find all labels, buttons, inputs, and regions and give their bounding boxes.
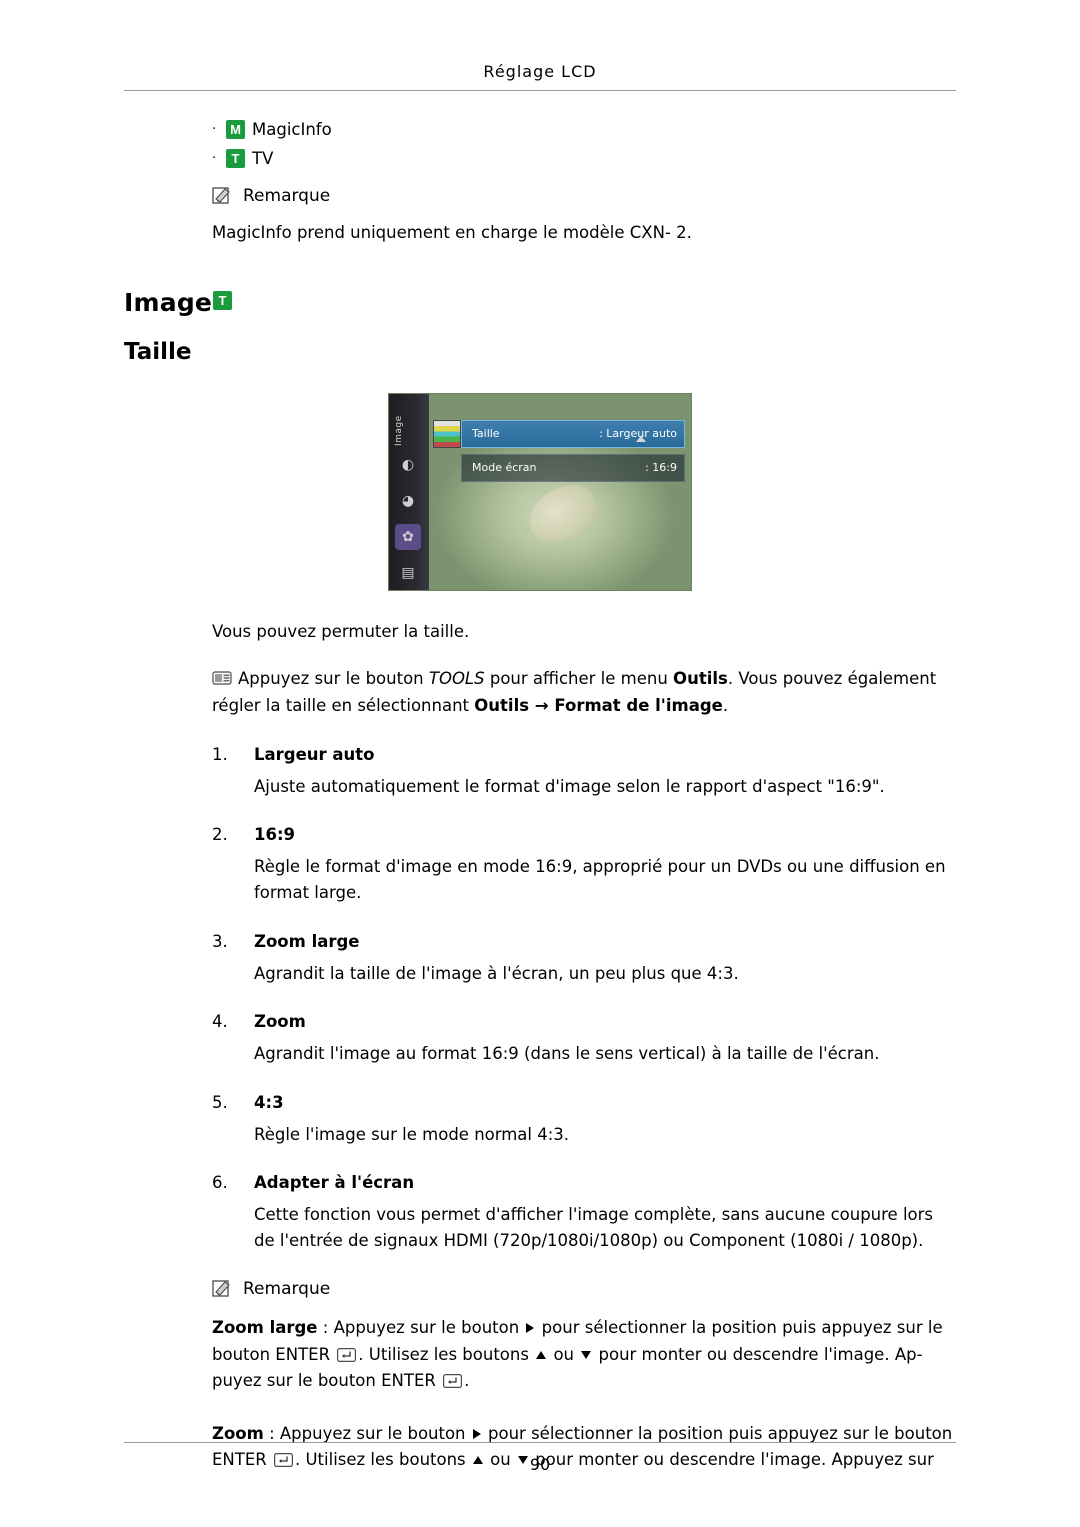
item-body: Règle le format d'image en mode 16:9, ap…	[254, 857, 946, 903]
osd-row-label: Taille	[472, 427, 500, 441]
item-number: 4.	[212, 1012, 228, 1032]
tools-text-i: .	[722, 695, 729, 715]
list-item-heading: 5. 4:3	[212, 1093, 956, 1112]
up-arrow-icon	[536, 1350, 547, 1359]
list-item-heading: 1. Largeur auto	[212, 745, 956, 764]
item-number: 3.	[212, 931, 228, 951]
item-title: Largeur auto	[254, 744, 375, 764]
item-body: Agrandit la taille de l'image à l'écran,…	[254, 963, 739, 983]
item-number: 6.	[212, 1173, 228, 1193]
osd-row-label: Mode écran	[472, 461, 537, 475]
osd-screenshot: Image ◐ ◕ ✿ ▤ Taille : Largeur auto Mode…	[388, 392, 692, 591]
osd-icon-column: ◐ ◕ ✿ ▤	[395, 452, 423, 590]
right-arrow-icon	[526, 1323, 535, 1334]
right-arrow-icon	[472, 1428, 481, 1439]
osd-row-value: : 16:9	[645, 461, 677, 475]
note-t1: : Appuyez sur le bouton	[263, 1423, 471, 1443]
list-item: · M MagicInfo	[212, 120, 956, 139]
tools-text-h: Format de l'image	[554, 695, 723, 715]
note-text: MagicInfo prend uniquement en charge le …	[212, 223, 692, 242]
item-body: Ajuste automatiquement le format d'image…	[254, 776, 885, 796]
list-item-heading: 2. 16:9	[212, 825, 956, 844]
osd-sound-icon[interactable]: ◕	[395, 488, 421, 514]
note-t6: .	[464, 1371, 470, 1391]
osd-settings-icon[interactable]: ✿	[395, 523, 421, 550]
note-paragraph-zoom-large: Zoom large : Appuyez sur le bouton pour …	[212, 1315, 956, 1394]
bullet-label: MagicInfo	[252, 120, 332, 139]
tools-icon	[212, 668, 232, 685]
note-pencil-icon	[212, 186, 234, 206]
enter-button-icon	[337, 1344, 357, 1362]
tv-tag-icon: T	[213, 290, 233, 310]
osd-scroll-up-icon[interactable]	[636, 435, 646, 442]
magicinfo-tag-icon: M	[226, 120, 245, 139]
enter-button-icon	[443, 1370, 463, 1389]
tv-tag-icon: T	[226, 149, 245, 168]
item-title: Zoom large	[254, 931, 360, 951]
item-title: Zoom	[254, 1012, 306, 1032]
tools-paragraph: Appuyez sur le bouton TOOLS pour affiche…	[212, 666, 956, 719]
item-title: 16:9	[254, 825, 296, 845]
tools-text-c: pour afficher le menu	[484, 669, 674, 689]
osd-left-label: Image	[394, 414, 404, 446]
osd-contrast-icon[interactable]: ◐	[395, 452, 421, 478]
page-number: 90	[529, 1455, 551, 1474]
tools-text-a: Appuyez sur le bouton	[238, 669, 429, 689]
osd-multi-icon[interactable]: ▤	[395, 560, 421, 586]
item-number: 1.	[212, 744, 228, 764]
intro-text: Vous pouvez permuter la taille.	[212, 621, 470, 641]
numbered-list: 1. Largeur auto Ajuste automatiquement l…	[212, 745, 956, 1254]
header-divider	[124, 90, 956, 91]
down-arrow-icon	[581, 1350, 592, 1359]
page-header: Réglage LCD	[0, 62, 1080, 81]
osd-menu-rows: Taille : Largeur auto Mode écran : 16:9	[461, 419, 685, 488]
note-heading: Remarque	[212, 186, 956, 206]
tools-text-f: Outils	[474, 695, 530, 715]
osd-screenshot-wrap: Image ◐ ◕ ✿ ▤ Taille : Largeur auto Mode…	[124, 392, 956, 591]
osd-colorbars-icon	[433, 419, 461, 448]
tools-text-b: TOOLS	[428, 669, 485, 689]
note-lead: Zoom large	[212, 1318, 318, 1338]
item-number: 5.	[212, 1092, 228, 1112]
list-item: · T TV	[212, 149, 956, 168]
bullet-label: TV	[252, 149, 274, 168]
note-t1: : Appuyez sur le bouton	[317, 1318, 525, 1338]
item-title: 4:3	[254, 1092, 284, 1112]
item-number: 2.	[212, 825, 228, 845]
header-title: Réglage LCD	[483, 62, 597, 81]
tools-text-g: →	[529, 695, 555, 715]
section-title-text: Image	[124, 287, 213, 317]
subsection-title: Taille	[124, 338, 192, 365]
osd-row-taille[interactable]: Taille : Largeur auto	[461, 419, 685, 448]
page-content: · M MagicInfo · T TV Remarque MagicInfo …	[124, 120, 956, 1473]
tools-text-d: Outils	[673, 669, 728, 689]
note-lead: Zoom	[212, 1423, 264, 1443]
bullet-dot-icon: ·	[212, 122, 217, 137]
note-t4: ou	[548, 1344, 580, 1364]
document-page: Réglage LCD · M MagicInfo · T TV Remarqu…	[0, 0, 1080, 1527]
footer-divider	[124, 1442, 956, 1443]
item-body: Cette fonction vous permet d'afficher l'…	[254, 1205, 933, 1250]
note-label: Remarque	[243, 1279, 331, 1300]
list-item-heading: 3. Zoom large	[212, 932, 956, 951]
note-pencil-icon	[212, 1279, 234, 1299]
section-title: Image T	[124, 288, 956, 317]
note-t3: . Utilisez les boutons	[358, 1344, 535, 1364]
item-body: Règle l'image sur le mode normal 4:3.	[254, 1124, 570, 1144]
item-title: Adapter à l'écran	[254, 1173, 415, 1193]
osd-row-mode-ecran[interactable]: Mode écran : 16:9	[461, 453, 685, 482]
note-label: Remarque	[243, 186, 331, 206]
bullet-dot-icon: ·	[212, 151, 217, 166]
item-body: Agrandit l'image au format 16:9 (dans le…	[254, 1044, 880, 1064]
list-item-heading: 4. Zoom	[212, 1012, 956, 1031]
list-item-heading: 6. Adapter à l'écran	[212, 1173, 956, 1192]
note-heading: Remarque	[212, 1279, 956, 1299]
